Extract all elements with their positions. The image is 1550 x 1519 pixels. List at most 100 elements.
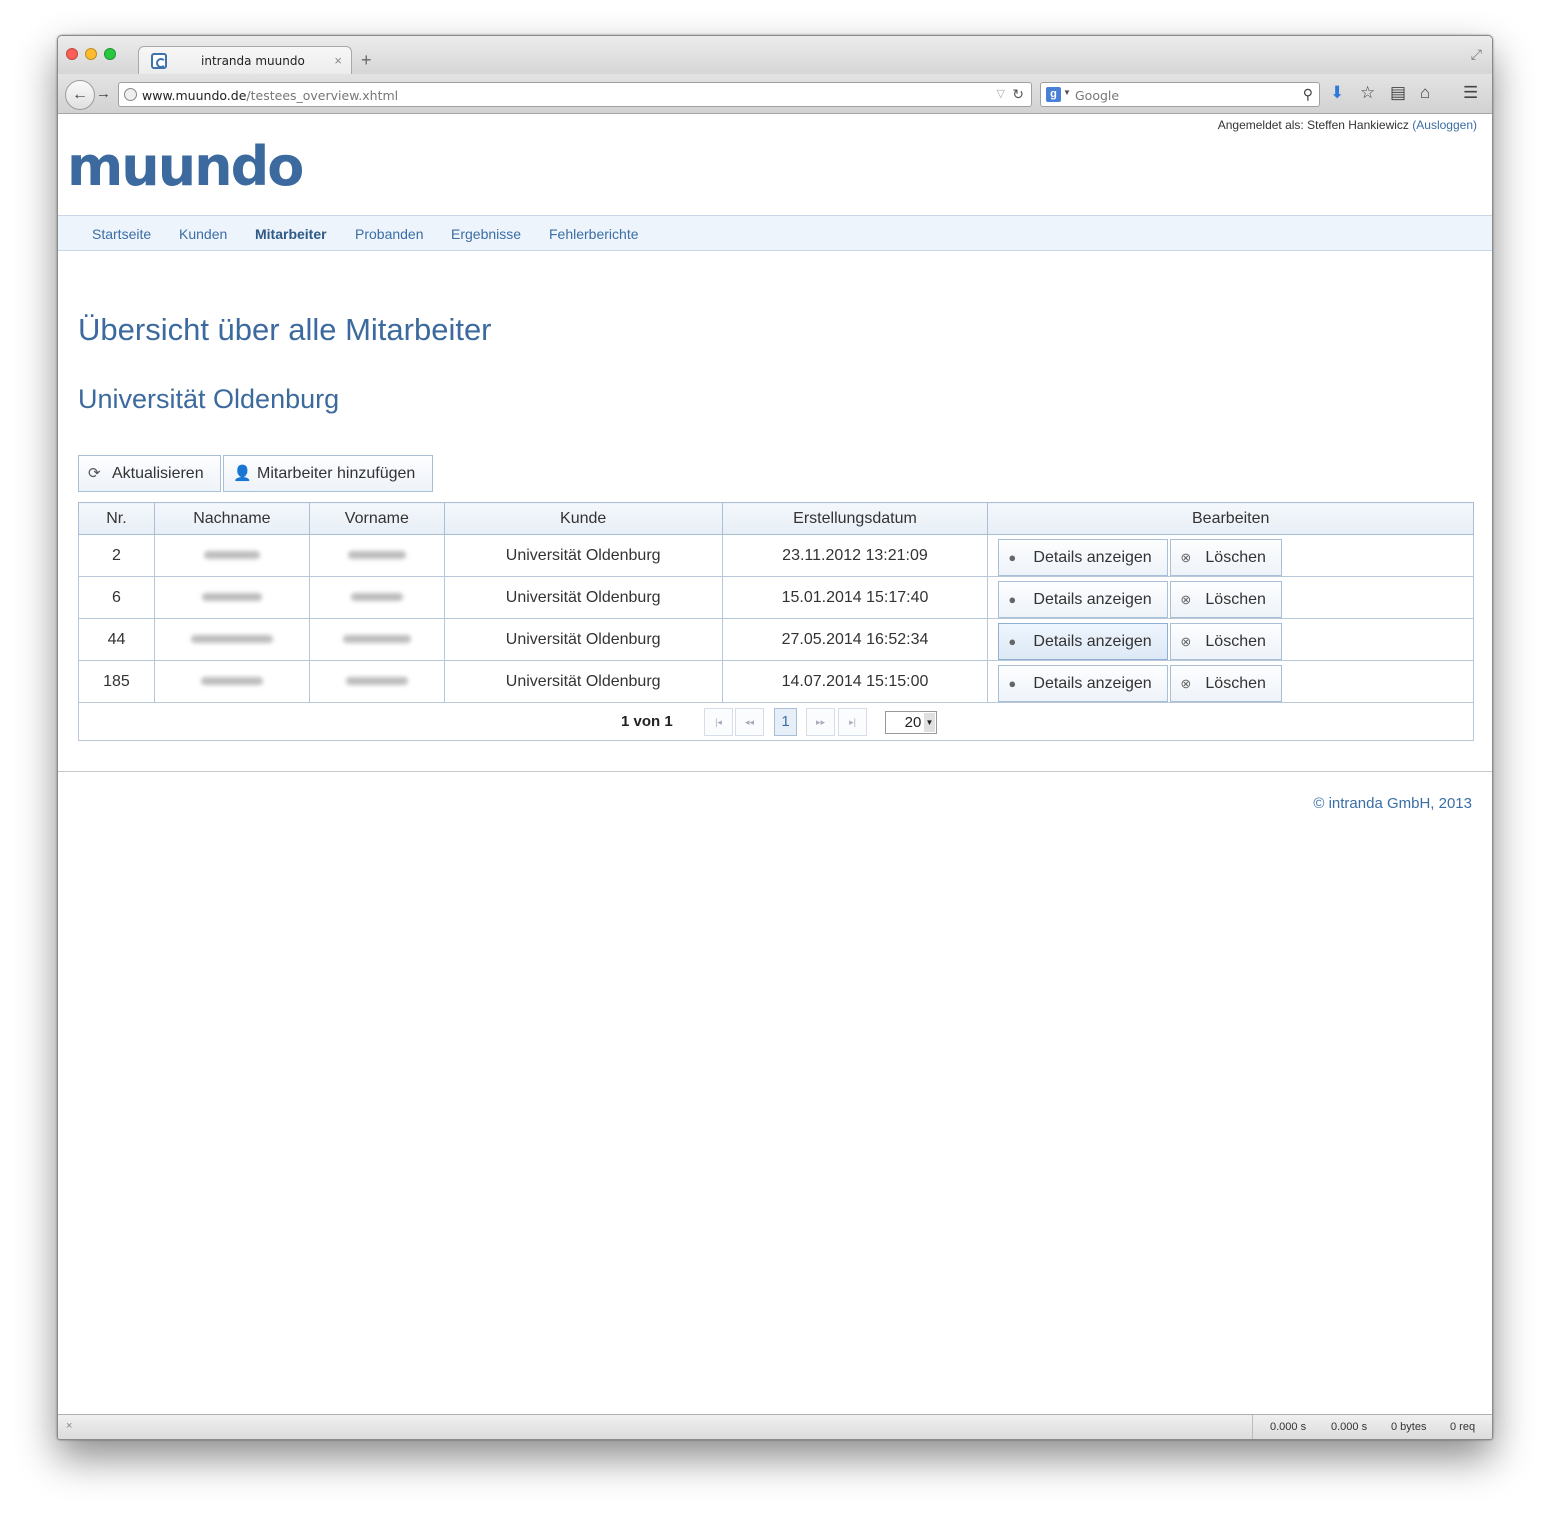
search-icon[interactable]: ⚲ xyxy=(1303,86,1313,103)
home-icon[interactable]: ⌂ xyxy=(1420,83,1430,103)
nav-item-ergebnisse[interactable]: Ergebnisse xyxy=(451,226,521,242)
footer-divider xyxy=(58,771,1492,772)
first-page-icon[interactable]: |◂ xyxy=(704,708,733,736)
delete-icon: ⊗ xyxy=(1180,634,1192,649)
refresh-button[interactable]: ⟳ Aktualisieren xyxy=(78,455,221,492)
muundo-logo[interactable]: muundo xyxy=(67,135,304,198)
delete-label: Löschen xyxy=(1205,633,1266,650)
cell-datum: 27.05.2014 16:52:34 xyxy=(721,618,989,661)
add-user-icon: 👤 xyxy=(233,465,252,482)
redacted-lastname xyxy=(201,593,262,602)
refresh-icon: ⟳ xyxy=(88,465,101,482)
tab-close-icon[interactable]: × xyxy=(334,53,342,68)
column-header-nr[interactable]: Nr. xyxy=(78,502,155,535)
status-time-1: 0.000 s xyxy=(1270,1421,1307,1433)
info-icon: ● xyxy=(1008,634,1017,649)
cell-nr: 6 xyxy=(78,576,155,619)
search-bar[interactable]: g ▼ Google ⚲ xyxy=(1040,82,1320,107)
download-icon[interactable]: ⬇ xyxy=(1330,83,1344,103)
delete-icon: ⊗ xyxy=(1180,592,1192,607)
cell-nachname-redacted xyxy=(153,660,310,703)
table-row: 185 Universität Oldenburg 14.07.2014 15:… xyxy=(78,660,1474,703)
nav-item-fehlerberichte[interactable]: Fehlerberichte xyxy=(549,226,639,242)
column-header-nachname[interactable]: Nachname xyxy=(153,502,310,535)
redacted-firstname xyxy=(347,551,406,560)
login-text: Angemeldet als: Steffen Hankiewicz xyxy=(1217,118,1413,132)
delete-button[interactable]: ⊗ Löschen xyxy=(1170,581,1283,618)
hamburger-menu-icon[interactable]: ☰ xyxy=(1463,83,1478,103)
redacted-firstname xyxy=(345,677,408,686)
next-page-icon[interactable]: ▸▸ xyxy=(806,708,835,736)
nav-item-mitarbeiter[interactable]: Mitarbeiter xyxy=(255,226,327,242)
column-header-bearbeiten: Bearbeiten xyxy=(987,502,1474,535)
details-button[interactable]: ● Details anzeigen xyxy=(998,539,1169,576)
details-button[interactable]: ● Details anzeigen xyxy=(998,581,1169,618)
cell-datum: 14.07.2014 15:15:00 xyxy=(721,660,989,703)
url-path: /testees_overview.xhtml xyxy=(246,88,399,103)
bookmarks-list-icon[interactable]: ▤ xyxy=(1390,83,1406,103)
nav-item-probanden[interactable]: Probanden xyxy=(355,226,424,242)
back-button[interactable]: ← xyxy=(65,80,95,110)
address-bar[interactable]: www.muundo.de/testees_overview.xhtml ▽ ↻ xyxy=(118,82,1032,107)
logout-link[interactable]: (Ausloggen) xyxy=(1412,118,1477,132)
login-status: Angemeldet als: Steffen Hankiewicz (Ausl… xyxy=(1218,118,1477,132)
globe-icon xyxy=(124,88,137,101)
chevron-down-icon: ▼ xyxy=(924,713,935,732)
fullscreen-icon[interactable]: ⤢ xyxy=(1471,46,1482,63)
url-text[interactable]: www.muundo.de/testees_overview.xhtml xyxy=(142,88,398,103)
column-header-vorname[interactable]: Vorname xyxy=(308,502,445,535)
delete-button[interactable]: ⊗ Löschen xyxy=(1170,539,1283,576)
column-header-erstellungsdatum[interactable]: Erstellungsdatum xyxy=(721,502,989,535)
minimize-window-icon[interactable] xyxy=(85,48,97,60)
status-bytes: 0 bytes xyxy=(1391,1421,1427,1433)
status-time-2: 0.000 s xyxy=(1331,1421,1368,1433)
cell-vorname-redacted xyxy=(308,534,445,577)
url-host: www.muundo.de xyxy=(142,88,247,103)
add-employee-label: Mitarbeiter hinzufügen xyxy=(257,465,416,482)
cell-actions: ● Details anzeigen ⊗ Löschen xyxy=(987,618,1474,661)
zoom-window-icon[interactable] xyxy=(104,48,116,60)
cell-actions: ● Details anzeigen ⊗ Löschen xyxy=(987,534,1474,577)
table-header-row: Nr. Nachname Vorname Kunde Erstellungsda… xyxy=(78,502,1474,535)
details-label: Details anzeigen xyxy=(1033,591,1152,608)
tab-title: intranda muundo xyxy=(201,54,305,68)
delete-label: Löschen xyxy=(1205,591,1266,608)
cell-vorname-redacted xyxy=(308,576,445,619)
browser-tab[interactable]: intranda muundo × xyxy=(138,46,352,75)
details-button[interactable]: ● Details anzeigen xyxy=(998,623,1169,660)
details-button[interactable]: ● Details anzeigen xyxy=(998,665,1169,702)
statusbar-close-icon[interactable]: × xyxy=(66,1420,72,1432)
details-label: Details anzeigen xyxy=(1033,549,1152,566)
new-tab-button[interactable]: + xyxy=(361,50,372,71)
close-window-icon[interactable] xyxy=(66,48,78,60)
info-icon: ● xyxy=(1008,550,1017,565)
column-header-kunde[interactable]: Kunde xyxy=(443,502,723,535)
add-employee-button[interactable]: 👤 Mitarbeiter hinzufügen xyxy=(223,455,433,492)
previous-page-icon[interactable]: ◂◂ xyxy=(735,708,764,736)
cell-kunde: Universität Oldenburg xyxy=(443,576,723,619)
rows-per-page-select[interactable]: 20 ▼ xyxy=(885,711,937,734)
url-dropdown-icon[interactable]: ▽ xyxy=(997,87,1005,100)
table-row: 6 Universität Oldenburg 15.01.2014 15:17… xyxy=(78,576,1474,619)
page-summary: 1 von 1 xyxy=(621,713,673,730)
nav-item-kunden[interactable]: Kunden xyxy=(179,226,227,242)
main-navigation: Startseite Kunden Mitarbeiter Probanden … xyxy=(58,215,1492,251)
cell-actions: ● Details anzeigen ⊗ Löschen xyxy=(987,660,1474,703)
details-label: Details anzeigen xyxy=(1033,675,1152,692)
reload-icon[interactable]: ↻ xyxy=(1012,86,1024,103)
bookmark-star-icon[interactable]: ☆ xyxy=(1360,83,1375,103)
delete-button[interactable]: ⊗ Löschen xyxy=(1170,665,1283,702)
search-engine-icon[interactable]: g xyxy=(1046,87,1061,102)
search-engine-caret-icon[interactable]: ▼ xyxy=(1063,88,1071,97)
cell-datum: 23.11.2012 13:21:09 xyxy=(721,534,989,577)
last-page-icon[interactable]: ▸| xyxy=(838,708,867,736)
delete-button[interactable]: ⊗ Löschen xyxy=(1170,623,1283,660)
page-number-button[interactable]: 1 xyxy=(774,708,797,736)
cell-actions: ● Details anzeigen ⊗ Löschen xyxy=(987,576,1474,619)
employee-table: Nr. Nachname Vorname Kunde Erstellungsda… xyxy=(78,502,1474,741)
info-icon: ● xyxy=(1008,676,1017,691)
refresh-label: Aktualisieren xyxy=(112,465,204,482)
delete-icon: ⊗ xyxy=(1180,550,1192,565)
forward-button[interactable]: → xyxy=(96,85,111,102)
nav-item-startseite[interactable]: Startseite xyxy=(92,226,151,242)
